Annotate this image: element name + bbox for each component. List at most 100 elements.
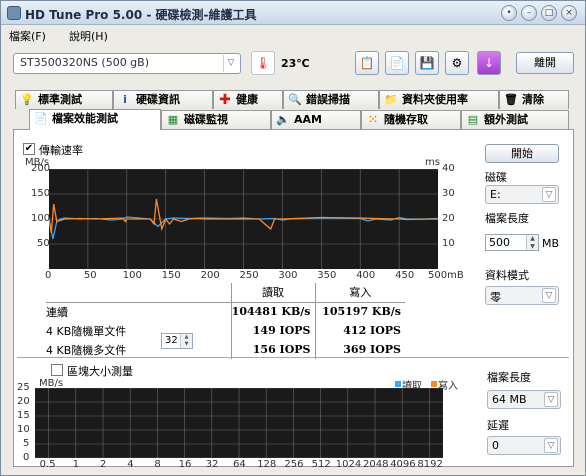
block-size-label: 區塊大小測量 [67,365,133,378]
tab-label: 資料夾使用率 [402,93,468,106]
copy-all-icon[interactable]: 📄 [385,51,409,75]
tab-label: 檔案效能測試 [52,112,118,125]
bottom-file-length-value: 64 MB [492,393,527,406]
tab-file-benchmark[interactable]: 📄 檔案效能測試 [29,109,161,130]
x-tick-label: 16 [178,459,192,470]
tab-folder-usage[interactable]: 📁 資料夾使用率 [379,90,499,109]
temperature-readout: 23℃ [281,57,310,70]
minimize-icon[interactable]: – [521,5,537,21]
tab-aam[interactable]: 🔈 AAM [271,110,361,129]
menu-file[interactable]: 檔案(F) [9,28,46,44]
y-tick-label: 50 [37,238,50,249]
multi-file-count-input[interactable]: 32 ▲ ▼ [161,333,193,349]
x-tick-label: 50 [83,270,97,281]
tab-error-scan[interactable]: 🔍 錯誤掃描 [283,90,379,109]
y-tick-label: 25 [17,382,30,393]
delay-combo[interactable]: 0 ▽ [487,436,561,455]
chevron-down-icon: ▽ [542,187,556,202]
tab-erase[interactable]: 🗑 清除 [499,90,569,109]
x-tick-label: 4096 [390,459,416,470]
help-caption-icon[interactable]: • [501,5,517,21]
drive-select-value: ST3500320NS (500 gB) [20,56,150,69]
table-header-row: 讀取 寫入 [46,283,405,302]
menu-bar: 檔案(F) 說明(H) [1,26,585,44]
transfer-rate-chart [49,169,438,269]
read-value: 149 IOPS [230,321,315,340]
menu-help[interactable]: 說明(H) [69,28,108,44]
file-length-value: 500 [489,236,510,249]
table-row: 連續 104481 KB/s 105197 KB/s [46,301,405,321]
x-tick-label: 450 [395,270,415,281]
x-tick-label: 8 [154,459,161,470]
file-length-unit: MB [542,237,560,250]
tab-extra-tests[interactable]: ▤ 額外測試 [461,110,569,129]
write-value: 412 IOPS [314,321,405,340]
multi-file-count-value: 32 [165,335,178,346]
app-icon [7,6,21,20]
tab-label: AAM [294,113,322,126]
y-tick-label: 20 [17,396,30,407]
drive-select[interactable]: ST3500320NS (500 gB) ▽ [13,53,241,74]
row-label: 4 KB隨機單文件 [46,324,127,338]
write-value: 105197 KB/s [314,301,405,321]
drive-label: 磁碟 [485,171,507,184]
y-unit-right: ms [425,157,440,168]
y-tick-label: 200 [31,163,51,174]
exit-button[interactable]: 離開 [516,52,574,74]
tab-info[interactable]: i 硬碟資訊 [113,90,213,109]
tab-label: 標準測試 [38,93,82,106]
options-icon[interactable]: ⚙ [445,51,469,75]
transfer-rate-checkbox[interactable]: ✔ [23,143,35,155]
tab-label: 清除 [522,93,544,106]
file-icon: 📄 [34,112,48,125]
spinner-arrows-icon[interactable]: ▲ ▼ [526,235,538,250]
monitor-icon: ▦ [167,113,179,126]
x-tick-label: 250 [239,270,259,281]
x-tick-label: 8192 [417,459,443,470]
x-tick-label: 400 [356,270,376,281]
legend-write-swatch [431,381,437,387]
x-tick-label: 4 [127,459,134,470]
y-tick-label: 0 [23,452,30,463]
y2-tick-label: 30 [442,188,455,199]
window-title: HD Tune Pro 5.00 - 硬碟檢測-維護工具 [25,8,257,22]
bottom-file-length-combo[interactable]: 64 MB ▽ [487,390,561,409]
tab-label: 錯誤掃描 [306,93,350,106]
start-button[interactable]: 開始 [485,144,559,163]
data-mode-combo[interactable]: 零 ▽ [485,286,559,305]
x-tick-label: 0.5 [39,459,56,470]
drive-combo[interactable]: E: ▽ [485,185,559,204]
x-tick-label: 64 [233,459,246,470]
x-tick-label: 100 [122,270,142,281]
health-cross-icon: ✚ [219,92,231,108]
delay-label: 延遲 [487,419,509,432]
x-tick-label: 200 [200,270,220,281]
tab-health[interactable]: ✚ 健康 [213,90,283,109]
x-tick-label: 300 [278,270,298,281]
row-label: 連續 [46,301,231,321]
y2-tick-label: 20 [442,213,455,224]
save-icon[interactable]: 💾 [415,51,439,75]
x-tick-label: 150 [161,270,181,281]
tab-label: 健康 [236,93,258,106]
random-icon: ⁙ [368,113,378,126]
table-row: 4 KB隨機單文件 149 IOPS 412 IOPS [46,321,405,340]
drive-combo-value: E: [490,188,501,201]
section-divider [17,357,569,358]
file-length-input[interactable]: 500 ▲ ▼ [485,234,539,251]
speaker-icon: 🔈 [276,113,290,126]
copy-icon[interactable]: 📋 [355,51,379,75]
read-value: 104481 KB/s [230,301,315,321]
y-tick-label: 15 [17,410,30,421]
tab-benchmark[interactable]: 💡 標準測試 [15,90,113,109]
x-tick-label: 350 [317,270,337,281]
tab-random-access[interactable]: ⁙ 隨機存取 [361,110,461,129]
block-size-checkbox[interactable] [51,364,63,376]
tab-label: 額外測試 [484,113,528,126]
download-icon[interactable]: ↓ [477,51,501,75]
x-tick-label: 500mB [428,270,464,281]
close-icon[interactable]: × [561,5,577,21]
tab-disk-monitor[interactable]: ▦ 磁碟監視 [161,110,271,129]
maximize-icon[interactable]: □ [541,5,557,21]
spinner-arrows-icon[interactable]: ▲ ▼ [180,334,192,348]
